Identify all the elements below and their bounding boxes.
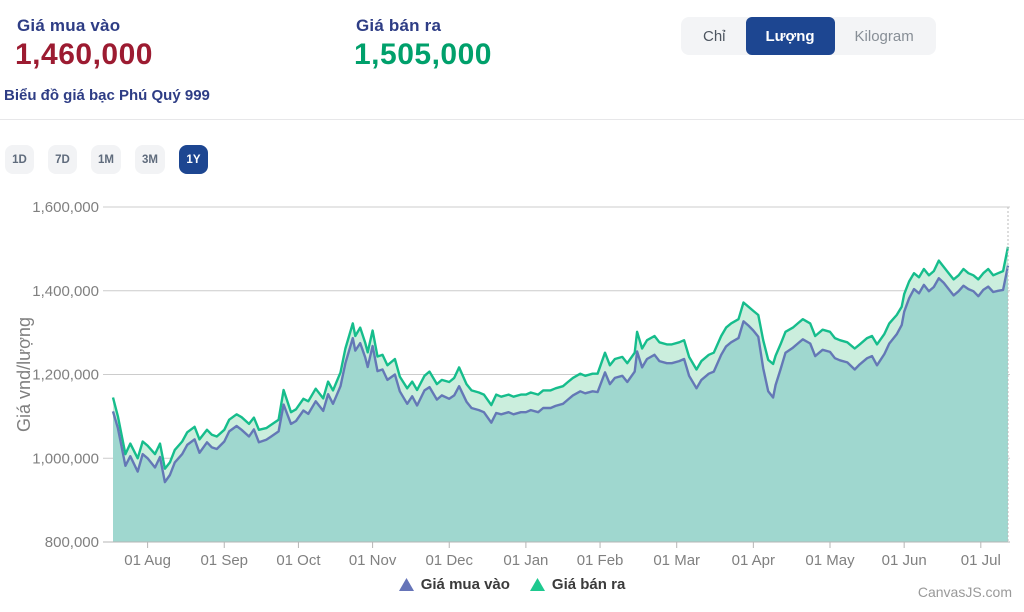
chart-legend: Giá mua vào Giá bán ra [0,576,1024,593]
svg-text:01 Jan: 01 Jan [503,552,548,569]
svg-text:01 Jun: 01 Jun [882,552,927,569]
svg-text:01 May: 01 May [805,552,855,569]
silver-price-widget: Giá mua vào 1,460,000 Giá bán ra 1,505,0… [0,0,1024,612]
x-axis-labels: 01 Aug 01 Sep 01 Oct 01 Nov 01 Dec 01 Jan 01 F… [124,552,1001,569]
svg-text:1,400,000: 1,400,000 [32,283,99,300]
x-axis [103,542,1010,548]
legend-item-sell[interactable]: Giá bán ra [530,576,625,593]
y-axis-labels: 800,000 1,000,000 1,200,000 1,400,000 1,600,… [32,199,99,551]
canvasjs-watermark-link[interactable]: CanvasJS.com [918,584,1012,600]
sell-series-triangle-icon [530,578,545,591]
legend-label-sell: Giá bán ra [552,576,625,593]
svg-text:800,000: 800,000 [45,534,99,551]
svg-text:01 Sep: 01 Sep [200,552,248,569]
buy-series-triangle-icon [399,578,414,591]
svg-text:01 Mar: 01 Mar [653,552,700,569]
svg-text:01 Apr: 01 Apr [732,552,775,569]
svg-text:1,600,000: 1,600,000 [32,199,99,216]
legend-item-buy[interactable]: Giá mua vào [399,576,510,593]
svg-text:01 Feb: 01 Feb [577,552,624,569]
price-area-chart[interactable]: 01 Aug 01 Sep 01 Oct 01 Nov 01 Dec 01 Jan 01 F… [0,0,1024,612]
svg-text:01 Oct: 01 Oct [276,552,321,569]
svg-text:01 Nov: 01 Nov [349,552,397,569]
svg-text:01 Jul: 01 Jul [961,552,1001,569]
svg-text:01 Dec: 01 Dec [425,552,473,569]
svg-text:1,200,000: 1,200,000 [32,367,99,384]
svg-text:1,000,000: 1,000,000 [32,450,99,467]
legend-label-buy: Giá mua vào [421,576,510,593]
svg-text:01 Aug: 01 Aug [124,552,171,569]
y-axis-title: Giá vnd/lượng [14,317,34,432]
